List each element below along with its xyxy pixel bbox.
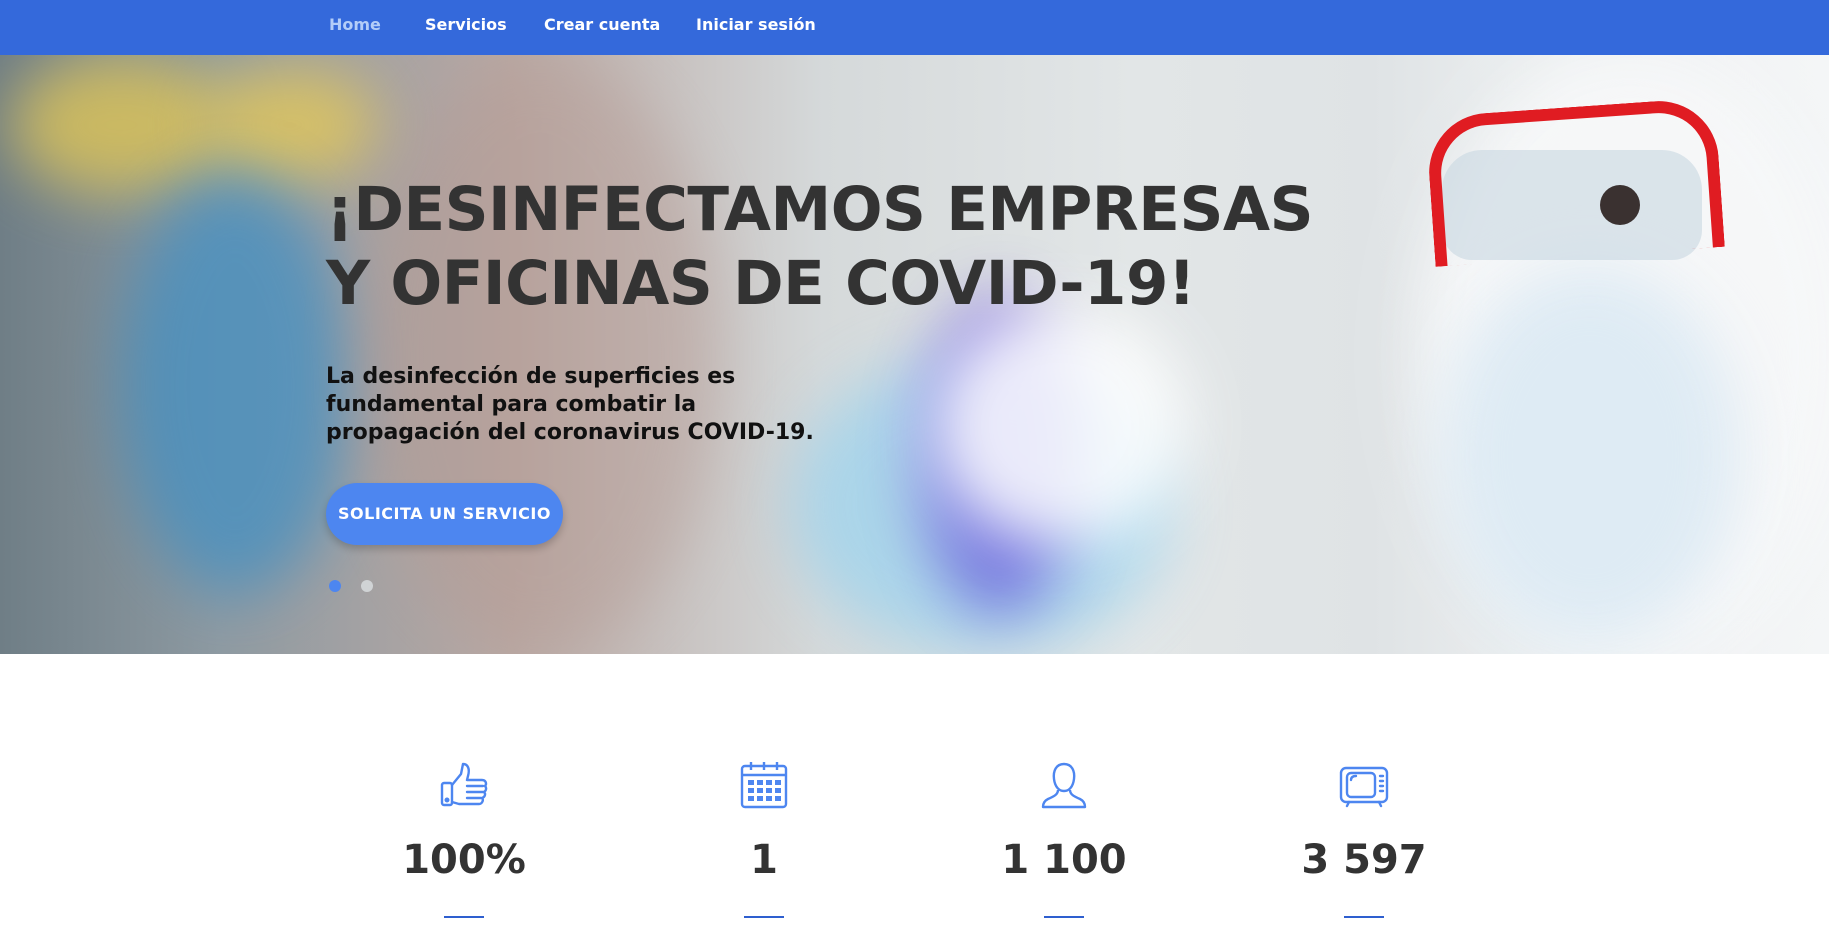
nav-link-home[interactable]: Home (329, 0, 381, 55)
hero-title: ¡DESINFECTAMOS EMPRESAS Y OFICINAS DE CO… (326, 173, 1326, 321)
hero-description-line-3: propagación del coronavirus COVID-19. (326, 420, 814, 445)
stat-years: 1 (634, 760, 894, 930)
tv-icon (1339, 760, 1389, 810)
hero-description: La desinfección de superficies es fundam… (326, 363, 886, 447)
calendar-icon (739, 760, 789, 810)
stat-value: 100% (402, 837, 526, 883)
stat-divider (444, 916, 484, 918)
top-navbar: Home Servicios Crear cuenta Iniciar sesi… (0, 0, 1829, 55)
hero-slider: ¡DESINFECTAMOS EMPRESAS Y OFICINAS DE CO… (0, 55, 1829, 654)
stat-divider (1044, 916, 1084, 918)
stat-value: 1 100 (1001, 837, 1127, 883)
user-icon (1039, 760, 1089, 810)
stat-clients: 1 100 (934, 760, 1194, 930)
hero-title-line-1: ¡DESINFECTAMOS EMPRESAS (326, 174, 1314, 245)
hero-title-line-2: Y OFICINAS DE COVID-19! (326, 248, 1196, 319)
stat-value: 3 597 (1301, 837, 1427, 883)
stat-value: 1 (750, 837, 778, 883)
slider-dot-2[interactable] (361, 580, 373, 592)
thumbs-up-icon (439, 760, 489, 810)
stat-satisfaction: 100% (334, 760, 594, 930)
request-service-button[interactable]: SOLICITA UN SERVICIO (326, 483, 563, 545)
nav-link-iniciar-sesion[interactable]: Iniciar sesión (696, 0, 816, 55)
hero-description-line-1: La desinfección de superficies es (326, 364, 736, 389)
nav-link-crear-cuenta[interactable]: Crear cuenta (544, 0, 660, 55)
stat-services: 3 597 (1234, 760, 1494, 930)
hero-description-line-2: fundamental para combatir la (326, 392, 697, 417)
stat-divider (1344, 916, 1384, 918)
slider-dot-1[interactable] (329, 580, 341, 592)
stat-divider (744, 916, 784, 918)
nav-link-servicios[interactable]: Servicios (425, 0, 507, 55)
